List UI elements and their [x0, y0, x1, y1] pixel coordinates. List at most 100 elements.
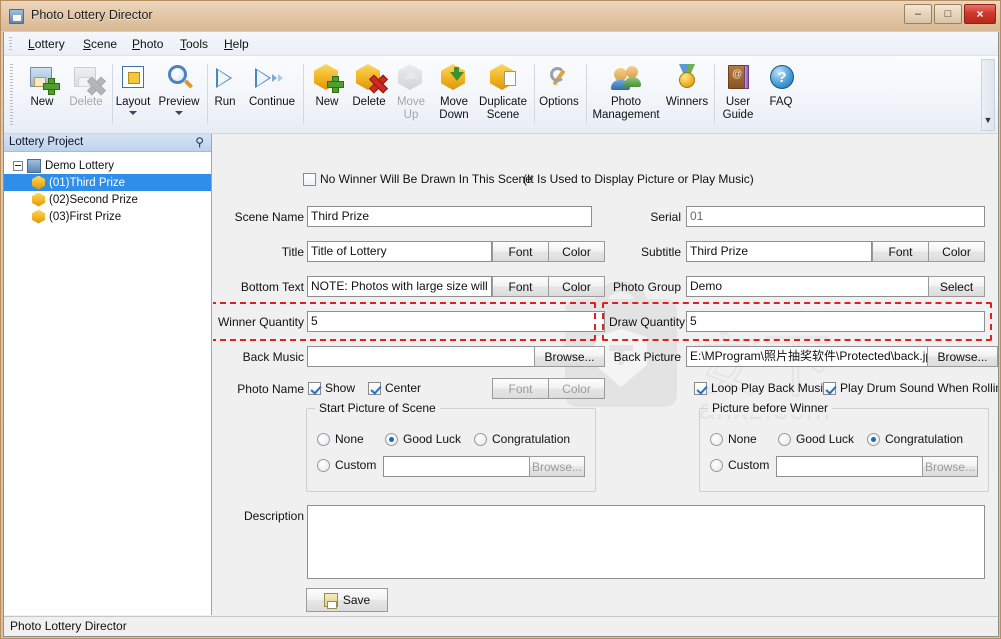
toolbar-options-button[interactable]: Options	[535, 58, 583, 132]
user-guide-icon	[722, 61, 754, 93]
minimize-icon: –	[914, 8, 922, 20]
winner-picture-none-radio[interactable]: None	[710, 432, 757, 447]
toolbar-duplicate-scene-button[interactable]: Duplicate Scene	[472, 58, 534, 132]
back-music-input[interactable]	[307, 346, 550, 367]
minimize-button[interactable]: –	[904, 4, 932, 24]
application-window: Photo Lottery Director – □ × Lottery Sce…	[0, 0, 1001, 639]
no-winner-hint: (It Is Used to Display Picture or Play M…	[523, 172, 754, 186]
scene-name-input[interactable]: Third Prize	[307, 206, 592, 227]
back-music-label: Back Music	[242, 350, 304, 364]
checkbox-box	[368, 382, 381, 395]
tree-item-scene-02[interactable]: (02)Second Prize	[4, 191, 211, 208]
run-icon	[209, 61, 241, 93]
delete-lottery-icon	[70, 61, 102, 93]
toolbar-button-label: Run	[214, 96, 236, 108]
checkbox-box	[303, 173, 316, 186]
toolbar-move-down-button[interactable]: Move Down	[431, 58, 477, 132]
tree-item-label: (01)Third Prize	[49, 176, 126, 189]
photo-name-color-button[interactable]: Color	[548, 378, 605, 399]
close-button[interactable]: ×	[964, 4, 996, 24]
subtitle-input[interactable]: Third Prize	[686, 241, 872, 262]
radio-dot	[474, 433, 487, 446]
toolbar: New Delete Layout Preview Run Continue N…	[4, 56, 998, 134]
start-picture-congratulation-radio[interactable]: Congratulation	[474, 432, 570, 447]
toolbar-button-label: New	[30, 96, 54, 108]
toolbar-new-scene-button[interactable]: New	[305, 58, 349, 132]
toolbar-photo-management-button[interactable]: Photo Management	[588, 58, 664, 132]
lottery-icon	[27, 158, 41, 173]
title-label: Title	[281, 245, 304, 259]
start-picture-browse-button[interactable]: Browse...	[529, 456, 585, 477]
no-winner-checkbox[interactable]: No Winner Will Be Drawn In This Scene	[303, 172, 532, 187]
collapse-icon[interactable]	[13, 160, 23, 171]
menu-item-scene[interactable]: Scene	[77, 36, 123, 52]
start-picture-good-luck-radio[interactable]: Good Luck	[385, 432, 461, 447]
tree-item-scene-01[interactable]: (01)Third Prize	[4, 174, 211, 191]
toolbar-run-button[interactable]: Run	[208, 58, 242, 132]
chevron-down-icon[interactable]	[175, 110, 183, 115]
toolbar-layout-button[interactable]: Layout	[110, 58, 156, 132]
start-picture-none-radio[interactable]: None	[317, 432, 364, 447]
winner-picture-browse-button[interactable]: Browse...	[922, 456, 978, 477]
toolbar-button-label: Options	[539, 96, 579, 108]
duplicate-scene-icon	[487, 61, 519, 93]
toolbar-preview-button[interactable]: Preview	[153, 58, 205, 132]
toolbar-button-label: Move Down	[439, 96, 469, 121]
serial-input[interactable]: 01	[686, 206, 985, 227]
back-picture-input[interactable]: E:\MProgram\照片抽奖软件\Protected\back.jp	[686, 346, 929, 367]
play-drum-sound-checkbox[interactable]: Play Drum Sound When Rolling P	[823, 381, 998, 396]
winner-quantity-input[interactable]: 5	[307, 311, 605, 332]
save-button[interactable]: Save	[306, 588, 388, 612]
subtitle-font-button[interactable]: Font	[872, 241, 929, 262]
winner-picture-custom-radio[interactable]: Custom	[710, 458, 769, 473]
toolbar-move-up-button[interactable]: Move Up	[390, 58, 432, 132]
loop-play-back-music-label: Loop Play Back Music	[711, 381, 830, 395]
bottom-text-font-button[interactable]: Font	[492, 276, 549, 297]
window-title: Photo Lottery Director	[31, 8, 153, 22]
subtitle-color-button[interactable]: Color	[928, 241, 985, 262]
toolbar-new-lottery-button[interactable]: New	[18, 58, 66, 132]
title-input[interactable]: Title of Lottery	[307, 241, 492, 262]
photo-group-input[interactable]: Demo	[686, 276, 929, 297]
tree-item-demo-lottery[interactable]: Demo Lottery	[4, 157, 211, 174]
loop-play-back-music-checkbox[interactable]: Loop Play Back Music	[694, 381, 829, 396]
bottom-text-input[interactable]: NOTE: Photos with large size will m	[307, 276, 492, 297]
menu-item-help[interactable]: Help	[218, 36, 255, 52]
draw-quantity-input[interactable]: 5	[686, 311, 985, 332]
photo-group-select-button[interactable]: Select	[928, 276, 985, 297]
toolbar-overflow-button[interactable]: ▼	[981, 59, 995, 131]
toolbar-continue-button[interactable]: Continue	[244, 58, 300, 132]
toolbar-button-label: User Guide	[722, 96, 754, 121]
radio-label: Good Luck	[796, 432, 855, 446]
toolbar-winners-button[interactable]: Winners	[662, 58, 712, 132]
start-picture-custom-input[interactable]	[383, 456, 531, 477]
back-picture-browse-button[interactable]: Browse...	[927, 346, 998, 367]
toolbar-faq-button[interactable]: FAQ	[761, 58, 801, 132]
tree-item-scene-03[interactable]: (03)First Prize	[4, 208, 211, 225]
toolbar-delete-scene-button[interactable]: Delete	[347, 58, 391, 132]
photo-name-center-checkbox[interactable]: Center	[368, 381, 421, 396]
radio-label: Custom	[335, 458, 377, 472]
start-picture-custom-radio[interactable]: Custom	[317, 458, 376, 473]
photo-name-show-checkbox[interactable]: Show	[308, 381, 355, 396]
chevron-down-icon[interactable]	[129, 110, 137, 115]
winner-picture-good-luck-radio[interactable]: Good Luck	[778, 432, 854, 447]
toolbar-button-label: Preview	[158, 96, 200, 108]
pin-icon[interactable]: ⚲	[195, 136, 204, 149]
project-tree[interactable]: Demo Lottery (01)Third Prize (02)Second …	[4, 153, 211, 614]
radio-label: Custom	[728, 458, 770, 472]
title-font-button[interactable]: Font	[492, 241, 549, 262]
toolbar-user-guide-button[interactable]: User Guide	[715, 58, 761, 132]
menu-item-photo[interactable]: Photo	[126, 36, 169, 52]
winner-picture-congratulation-radio[interactable]: Congratulation	[867, 432, 963, 447]
toolbar-delete-lottery-button[interactable]: Delete	[62, 58, 110, 132]
menu-item-lottery[interactable]: Lottery	[22, 36, 71, 52]
radio-dot	[867, 433, 880, 446]
checkbox-box	[308, 382, 321, 395]
photo-name-font-button[interactable]: Font	[492, 378, 549, 399]
maximize-button[interactable]: □	[934, 4, 962, 24]
menu-item-tools[interactable]: Tools	[174, 36, 214, 52]
title-color-button[interactable]: Color	[548, 241, 605, 262]
winner-picture-custom-input[interactable]	[776, 456, 924, 477]
description-textarea[interactable]	[307, 505, 985, 579]
